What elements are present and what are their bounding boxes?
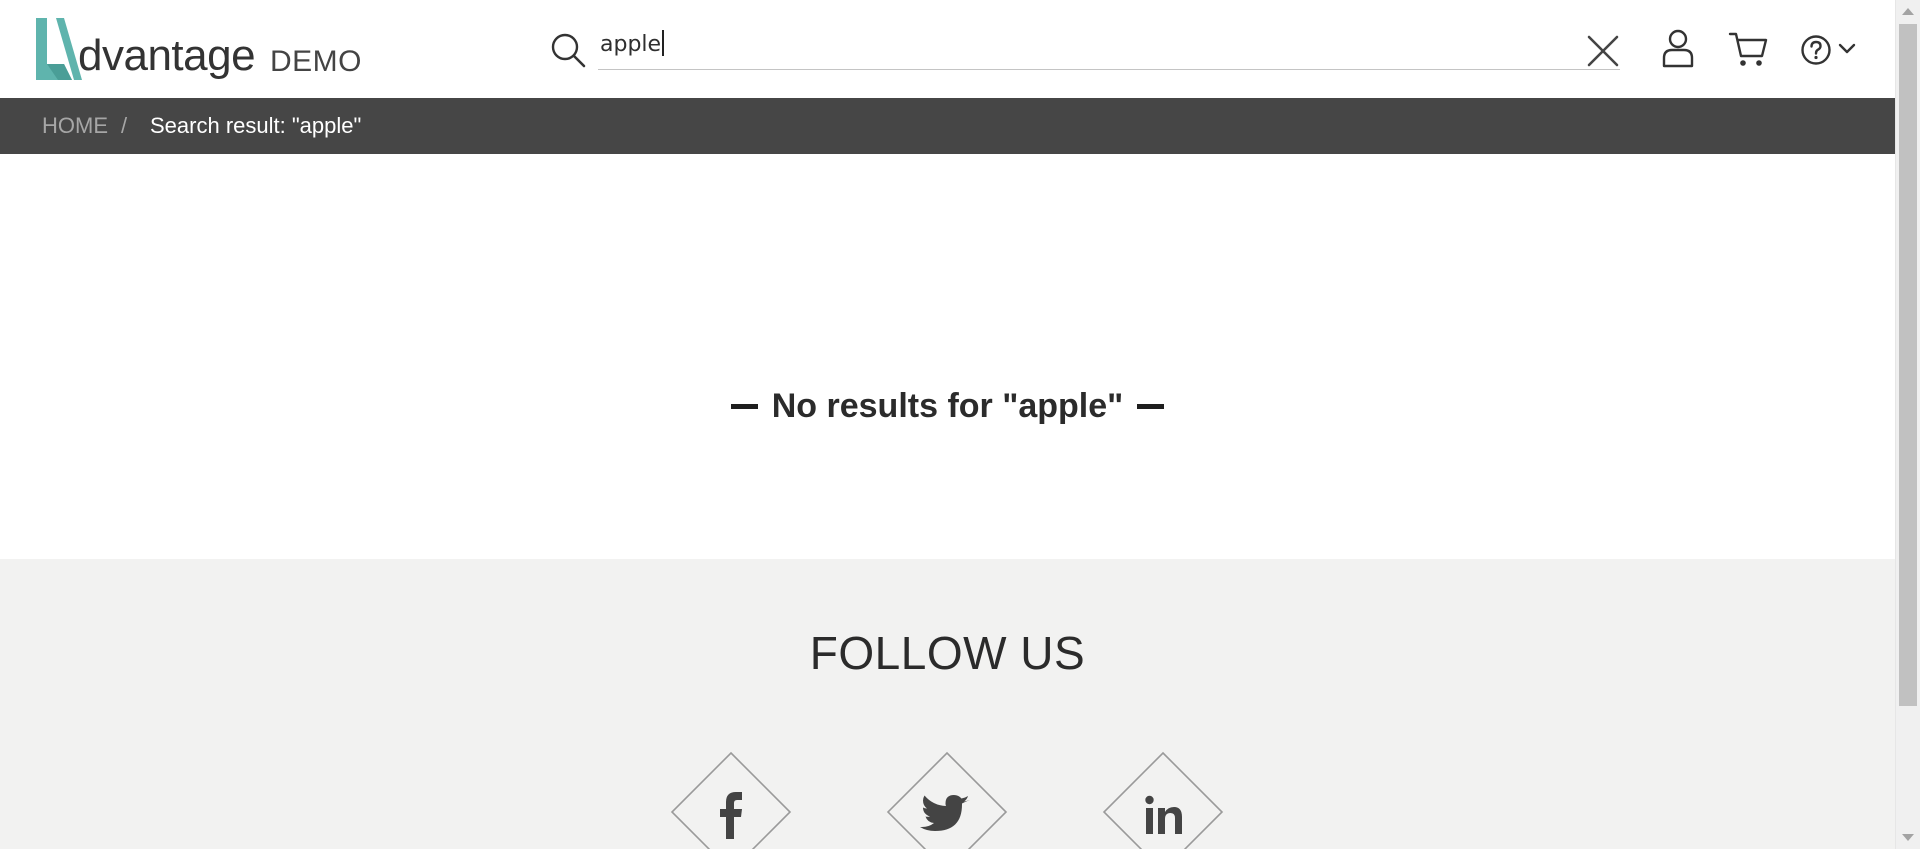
chevron-down-icon[interactable] bbox=[1838, 42, 1856, 56]
facebook-icon bbox=[720, 792, 742, 839]
twitter-link[interactable] bbox=[886, 751, 1008, 849]
no-results-text: No results for "apple" bbox=[771, 387, 1124, 425]
search-results-area: No results for "apple" bbox=[0, 154, 1895, 559]
cart-icon[interactable] bbox=[1728, 30, 1768, 68]
breadcrumb-home-link[interactable]: HOME bbox=[42, 114, 108, 138]
linkedin-icon bbox=[1145, 795, 1182, 834]
breadcrumb: HOME / Search result: "apple" bbox=[0, 98, 1895, 154]
site-header: dvantage DEMO apple bbox=[0, 0, 1895, 98]
user-icon[interactable] bbox=[1660, 28, 1696, 68]
site-footer: FOLLOW US bbox=[0, 559, 1895, 849]
site-logo[interactable]: dvantage DEMO bbox=[34, 14, 374, 84]
scroll-down-arrow-icon[interactable] bbox=[1902, 834, 1914, 841]
help-icon[interactable] bbox=[1800, 34, 1832, 66]
dash-right bbox=[1137, 403, 1165, 409]
dash-left bbox=[730, 403, 758, 409]
no-results-message: No results for "apple" bbox=[0, 386, 1895, 426]
search-field[interactable] bbox=[598, 28, 1620, 70]
vertical-scrollbar[interactable] bbox=[1895, 0, 1920, 849]
logo-demo-label: DEMO bbox=[270, 45, 362, 78]
logo-wordmark: dvantage bbox=[78, 31, 256, 80]
follow-us-heading: FOLLOW US bbox=[809, 627, 1086, 679]
close-icon[interactable] bbox=[1585, 33, 1621, 69]
facebook-link[interactable] bbox=[670, 751, 792, 849]
breadcrumb-current: Search result: "apple" bbox=[150, 113, 362, 138]
twitter-icon bbox=[920, 795, 970, 831]
linkedin-link[interactable] bbox=[1102, 751, 1224, 849]
breadcrumb-separator: / bbox=[121, 113, 128, 138]
scroll-thumb[interactable] bbox=[1899, 24, 1917, 706]
scroll-up-arrow-icon[interactable] bbox=[1902, 8, 1914, 15]
logo-mark-icon bbox=[36, 18, 82, 80]
search-icon[interactable] bbox=[548, 30, 588, 70]
page: dvantage DEMO apple HOME / Search result… bbox=[0, 0, 1895, 849]
